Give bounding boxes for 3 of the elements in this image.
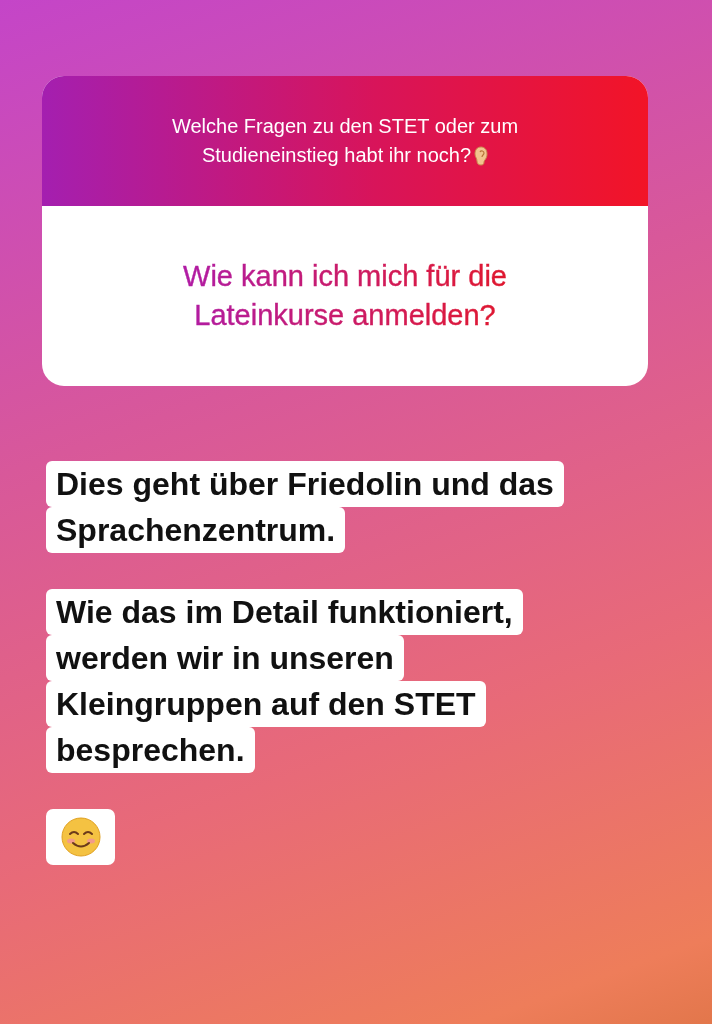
ear-icon [474, 146, 489, 166]
question-prompt: Welche Fragen zu den STET oder zum Studieneinstieg habt ihr noch? [170, 114, 520, 168]
smiley-icon [60, 817, 101, 857]
